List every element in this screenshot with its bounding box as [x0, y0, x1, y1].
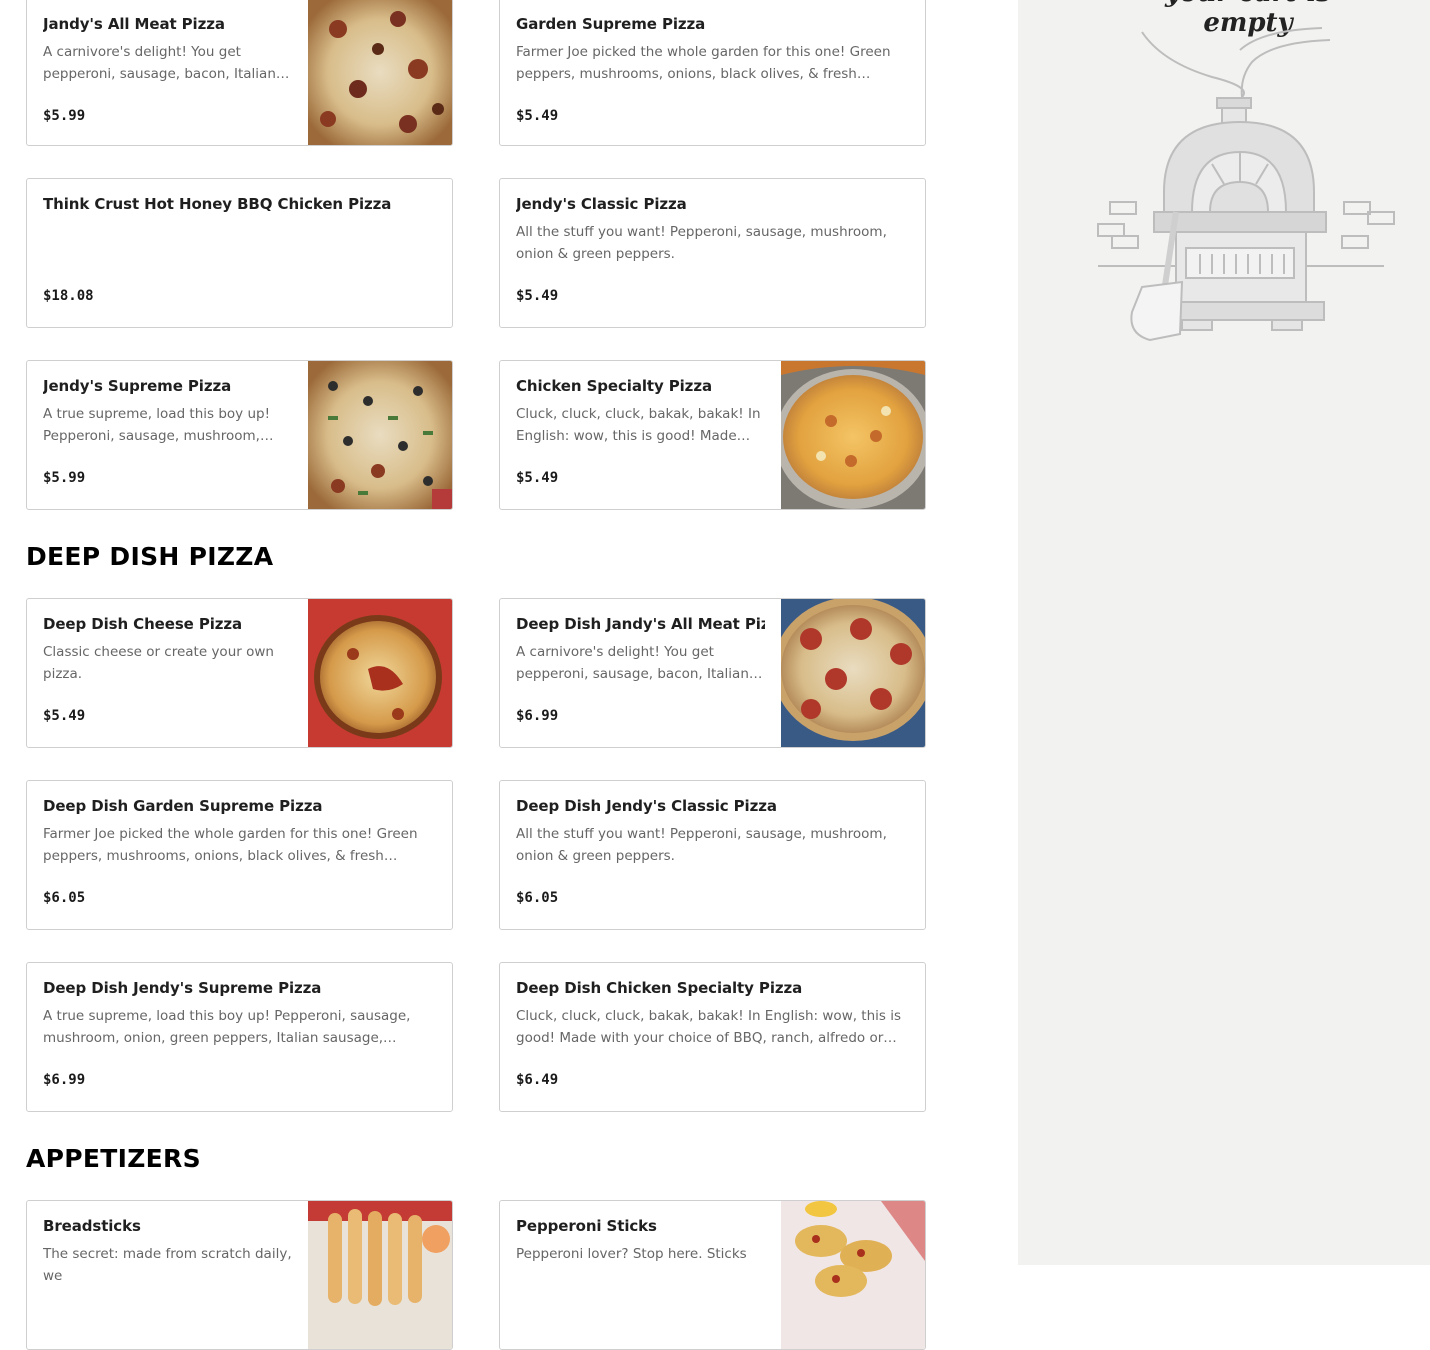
item-description: Farmer Joe picked the whole garden for t…	[516, 44, 891, 82]
item-name: Pepperoni Sticks	[516, 1217, 657, 1235]
item-price: $5.49	[516, 288, 559, 304]
item-description: A true supreme, load this boy up! Pepper…	[43, 1008, 411, 1046]
pepperoni-sticks-photo	[781, 1201, 925, 1349]
item-name: Deep Dish Chicken Specialty Pizza	[516, 979, 803, 997]
item-name: Breadsticks	[43, 1217, 141, 1235]
menu-item-card[interactable]: Pepperoni Sticks Pepperoni lover? Stop h…	[499, 1200, 926, 1350]
item-description: Classic cheese or create your own pizza.	[43, 644, 274, 682]
item-price: $18.08	[43, 288, 94, 304]
menu-item-card[interactable]: Deep Dish Chicken Specialty Pizza Cluck,…	[499, 962, 926, 1112]
menu-item-card[interactable]: Deep Dish Cheese Pizza Classic cheese or…	[26, 598, 453, 748]
item-price: $5.99	[43, 108, 86, 124]
cart-panel: your cart is empty	[1018, 0, 1430, 1265]
item-price: $5.49	[516, 108, 559, 124]
deep-dish-cheese-photo	[308, 599, 452, 747]
menu-item-card[interactable]: Deep Dish Jandy's All Meat Pizza A carni…	[499, 598, 926, 748]
menu-item-card[interactable]: Garden Supreme Pizza Farmer Joe picked t…	[499, 0, 926, 146]
item-name: Think Crust Hot Honey BBQ Chicken Pizza	[43, 195, 392, 213]
item-price: $6.49	[516, 1072, 559, 1088]
item-description: A carnivore's delight! You get pepperoni…	[43, 44, 290, 82]
item-price: $6.99	[516, 708, 559, 724]
item-description: Cluck, cluck, cluck, bakak, bakak! In En…	[516, 1008, 902, 1046]
menu-item-card[interactable]: Chicken Specialty Pizza Cluck, cluck, cl…	[499, 360, 926, 510]
item-price: $5.99	[43, 470, 86, 486]
item-description: Farmer Joe picked the whole garden for t…	[43, 826, 418, 864]
item-price: $6.05	[43, 890, 86, 906]
all-meat-pizza-photo	[308, 0, 452, 145]
item-price: $5.49	[516, 470, 559, 486]
item-price: $6.05	[516, 890, 559, 906]
menu-item-card[interactable]: Deep Dish Garden Supreme Pizza Farmer Jo…	[26, 780, 453, 930]
breadsticks-photo	[308, 1201, 452, 1349]
menu-item-card[interactable]: Breadsticks The secret: made from scratc…	[26, 1200, 453, 1350]
item-name: Jendy's Supreme Pizza	[43, 377, 232, 395]
menu-item-card[interactable]: Deep Dish Jendy's Supreme Pizza A true s…	[26, 962, 453, 1112]
menu-item-card[interactable]: Jandy's All Meat Pizza A carnivore's del…	[26, 0, 453, 146]
menu-item-card[interactable]: Deep Dish Jendy's Classic Pizza All the …	[499, 780, 926, 930]
section-title-deep-dish: DEEP DISH PIZZA	[26, 542, 274, 571]
item-name: Deep Dish Jendy's Classic Pizza	[516, 797, 777, 815]
item-price: $5.49	[43, 708, 86, 724]
item-name: Deep Dish Garden Supreme Pizza	[43, 797, 323, 815]
menu-item-card[interactable]: Jendy's Supreme Pizza A true supreme, lo…	[26, 360, 453, 510]
menu-item-card[interactable]: Jendy's Classic Pizza All the stuff you …	[499, 178, 926, 328]
item-description: All the stuff you want! Pepperoni, sausa…	[516, 826, 887, 864]
menu-list: Jandy's All Meat Pizza A carnivore's del…	[0, 0, 1018, 1350]
item-price: $6.99	[43, 1072, 86, 1088]
item-name: Jandy's All Meat Pizza	[43, 15, 225, 33]
section-title-appetizers: APPETIZERS	[26, 1144, 201, 1173]
item-name: Deep Dish Jendy's Supreme Pizza	[43, 979, 322, 997]
pizza-oven-illustration	[1097, 27, 1395, 342]
deep-dish-all-meat-photo	[781, 599, 925, 747]
item-name: Deep Dish Jandy's All Meat Pizza	[516, 615, 765, 633]
item-description: The secret: made from scratch daily, we	[43, 1246, 292, 1284]
item-description: All the stuff you want! Pepperoni, sausa…	[516, 224, 887, 262]
menu-item-card[interactable]: Think Crust Hot Honey BBQ Chicken Pizza …	[26, 178, 453, 328]
item-name: Garden Supreme Pizza	[516, 15, 706, 33]
item-description: Pepperoni lover? Stop here. Sticks	[516, 1246, 747, 1262]
supreme-pizza-photo	[308, 361, 452, 509]
item-description: A true supreme, load this boy up! Pepper…	[43, 406, 270, 444]
item-name: Deep Dish Cheese Pizza	[43, 615, 243, 633]
chicken-pizza-photo	[781, 361, 925, 509]
item-description: A carnivore's delight! You get pepperoni…	[516, 644, 763, 682]
item-description: Cluck, cluck, cluck, bakak, bakak! In En…	[516, 406, 761, 444]
item-name: Jendy's Classic Pizza	[516, 195, 687, 213]
item-name: Chicken Specialty Pizza	[516, 377, 712, 395]
